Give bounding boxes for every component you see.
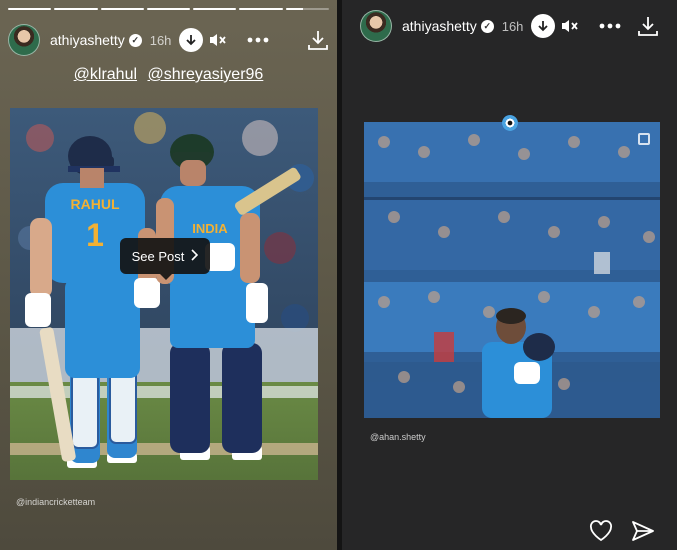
story-actions — [589, 520, 655, 542]
verified-icon: ✓ — [480, 19, 494, 33]
more-horizontal-icon[interactable] — [599, 23, 621, 29]
avatar[interactable] — [8, 24, 40, 56]
speaker-muted-icon[interactable] — [561, 18, 579, 34]
mention-klrahul[interactable]: @klrahul — [74, 66, 137, 83]
progress-segment — [8, 8, 52, 10]
see-post-button[interactable]: See Post — [120, 238, 210, 280]
progress-segment — [146, 8, 191, 10]
multi-photo-icon — [638, 133, 650, 145]
verified-icon: ✓ — [128, 33, 142, 47]
story-photo-crowd — [364, 122, 660, 418]
story-left[interactable]: athiyashetty ✓ 16h @klrahul @shreyasiyer… — [0, 0, 337, 550]
arrow-down-circle-icon[interactable] — [179, 28, 204, 52]
progress-fill — [285, 8, 303, 10]
credit-indiancricketteam[interactable]: @indiancricketteam — [16, 497, 95, 507]
progress-fill — [193, 8, 237, 10]
avatar[interactable] — [360, 10, 392, 42]
progress-fill — [146, 8, 191, 10]
arrow-down-circle-icon[interactable] — [531, 14, 556, 38]
screenshot: athiyashetty ✓ 16h @klrahul @shreyasiyer… — [0, 0, 677, 550]
story-right[interactable]: athiyashetty ✓ 16h @ahan.shetty — [342, 0, 677, 550]
chevron-right-icon — [190, 248, 199, 264]
shirt-text: INDIA — [192, 221, 228, 236]
progress-fill — [239, 8, 283, 10]
heart-icon[interactable] — [589, 520, 613, 542]
progress-segment — [239, 8, 283, 10]
credit-ahan-shetty[interactable]: @ahan.shetty — [370, 432, 426, 442]
progress-segment — [285, 8, 329, 10]
progress-fill — [54, 8, 98, 10]
progress-segment — [193, 8, 237, 10]
see-post-label: See Post — [131, 248, 185, 264]
send-icon[interactable] — [631, 520, 655, 542]
mentions: @klrahul @shreyasiyer96 — [0, 66, 337, 84]
username[interactable]: athiyashetty — [50, 32, 125, 48]
jersey-name: RAHUL — [71, 196, 120, 212]
story-progress-bar — [8, 8, 329, 10]
download-icon[interactable] — [307, 29, 329, 51]
progress-fill — [8, 8, 52, 10]
timestamp: 16h — [149, 32, 172, 48]
progress-segment — [54, 8, 98, 10]
story-header: athiyashetty ✓ 16h — [8, 22, 329, 58]
mention-shreyasiyer96[interactable]: @shreyasiyer96 — [147, 66, 263, 83]
progress-fill — [100, 8, 144, 10]
speaker-muted-icon[interactable] — [209, 32, 227, 48]
story-photo: RAHUL 1 INDIA — [10, 108, 318, 480]
evil-eye-sticker-icon[interactable] — [502, 115, 518, 131]
download-icon[interactable] — [637, 15, 659, 37]
jersey-number: 1 — [86, 217, 104, 253]
story-header-right: athiyashetty ✓ 16h — [360, 8, 659, 44]
progress-segment — [100, 8, 144, 10]
username[interactable]: athiyashetty — [402, 18, 477, 34]
more-horizontal-icon[interactable] — [247, 37, 269, 43]
timestamp: 16h — [501, 18, 524, 34]
